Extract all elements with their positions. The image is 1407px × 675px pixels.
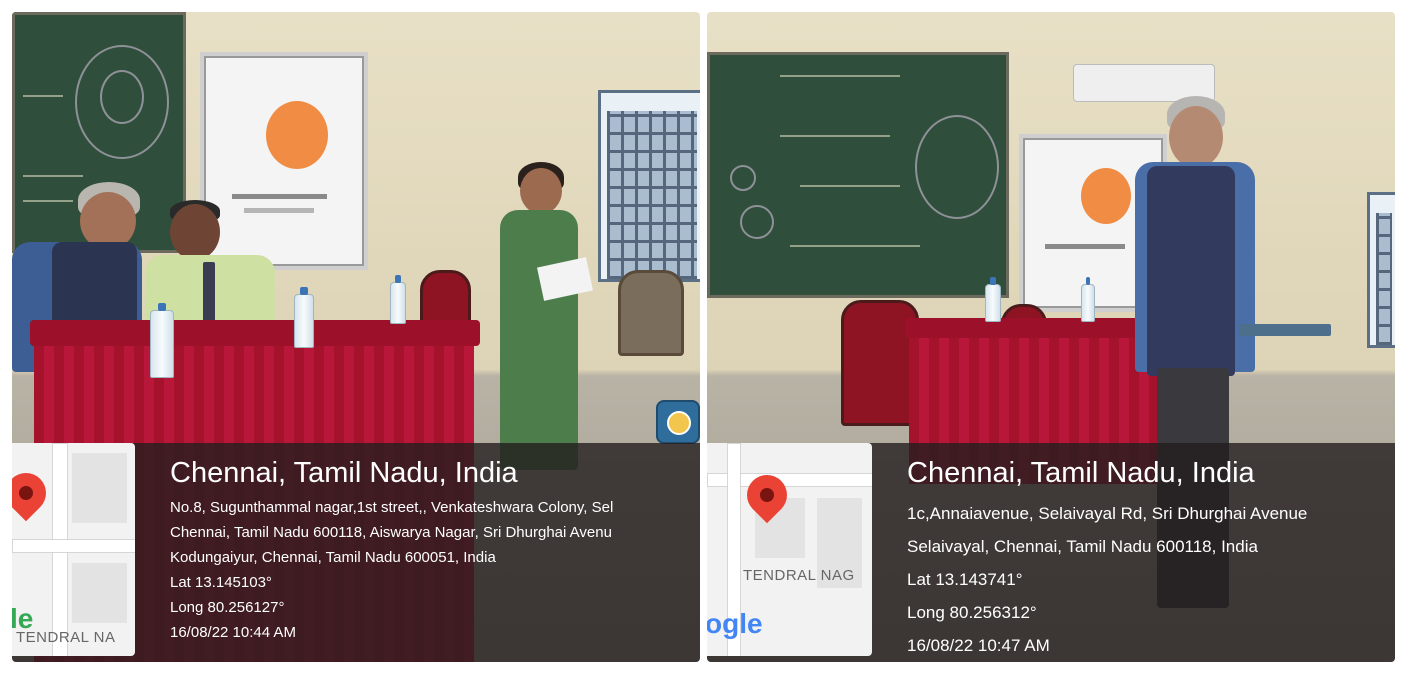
geotag-overlay: TENDRAL NAG ogle Chennai, Tamil Nadu, In… bbox=[707, 443, 1395, 662]
water-bottle bbox=[150, 303, 174, 378]
map-thumbnail: TENDRAL NAG ogle bbox=[707, 443, 872, 656]
address-line: Kodungaiyur, Chennai, Tamil Nadu 600051,… bbox=[170, 549, 496, 566]
timestamp: 16/08/22 10:44 AM bbox=[170, 624, 296, 641]
water-bottle bbox=[294, 287, 314, 348]
longitude: Long 80.256312° bbox=[907, 603, 1037, 622]
geotag-overlay: TENDRAL NA le Chennai, Tamil Nadu, India… bbox=[12, 443, 700, 662]
water-bottle bbox=[390, 275, 406, 324]
geotag-photo-left: TENDRAL NA le Chennai, Tamil Nadu, India… bbox=[12, 12, 700, 662]
timestamp: 16/08/22 10:47 AM bbox=[907, 636, 1050, 655]
location-title: Chennai, Tamil Nadu, India bbox=[907, 457, 1255, 489]
map-street-label: TENDRAL NAG bbox=[743, 567, 855, 584]
latitude: Lat 13.143741° bbox=[907, 570, 1023, 589]
side-table bbox=[1239, 324, 1331, 336]
longitude: Long 80.256127° bbox=[170, 599, 285, 616]
camera-app-icon bbox=[656, 400, 700, 444]
address-line: Chennai, Tamil Nadu 600118, Aiswarya Nag… bbox=[170, 524, 612, 541]
map-logo: le bbox=[12, 603, 34, 634]
location-title: Chennai, Tamil Nadu, India bbox=[170, 457, 518, 489]
window bbox=[598, 90, 700, 282]
map-logo: ogle bbox=[707, 608, 763, 639]
address-line: 1c,Annaiavenue, Selaivayal Rd, Sri Dhurg… bbox=[907, 504, 1308, 523]
location-details: Chennai, Tamil Nadu, India 1c,Annaiavenu… bbox=[907, 455, 1395, 662]
address-line: Selaivayal, Chennai, Tamil Nadu 600118, … bbox=[907, 537, 1258, 556]
location-details: Chennai, Tamil Nadu, India No.8, Sugunth… bbox=[170, 455, 700, 644]
map-thumbnail: TENDRAL NA le bbox=[12, 443, 135, 656]
water-bottle bbox=[1081, 277, 1095, 322]
person-speaker bbox=[488, 162, 588, 470]
address-line: No.8, Sugunthammal nagar,1st street,, Ve… bbox=[170, 499, 614, 516]
chair bbox=[618, 270, 684, 356]
latitude: Lat 13.145103° bbox=[170, 574, 272, 591]
geotag-photo-right: TENDRAL NAG ogle Chennai, Tamil Nadu, In… bbox=[707, 12, 1395, 662]
table-top bbox=[30, 320, 480, 346]
window bbox=[1367, 192, 1395, 348]
water-bottle bbox=[985, 277, 1001, 322]
chalkboard bbox=[707, 52, 1009, 298]
location-pin-icon bbox=[12, 464, 55, 522]
